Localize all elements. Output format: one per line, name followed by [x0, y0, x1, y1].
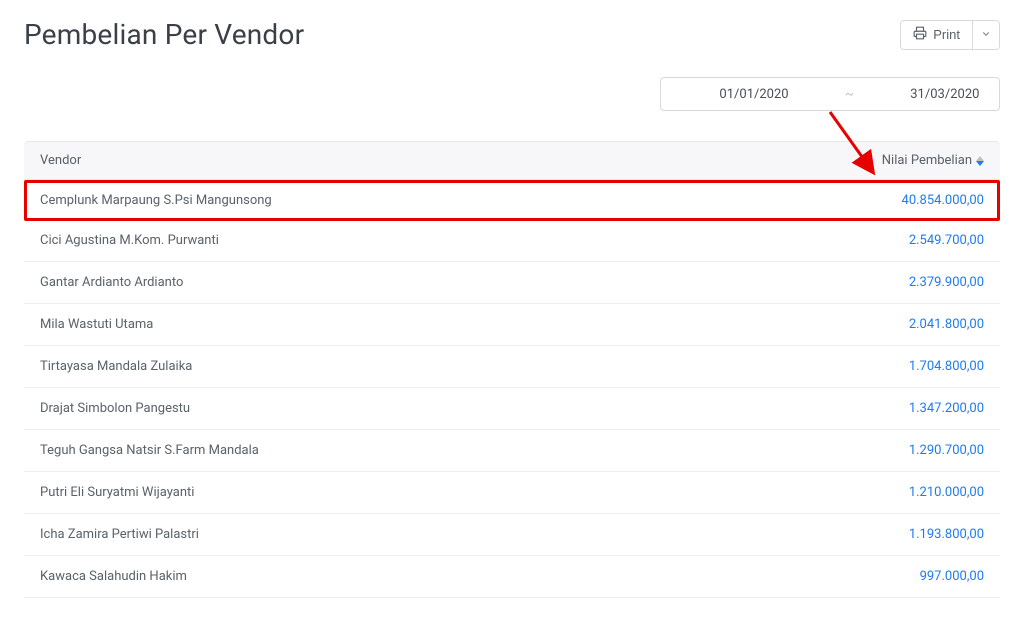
vendor-name: Gantar Ardianto Ardianto — [40, 275, 844, 290]
column-header-vendor[interactable]: Vendor — [40, 153, 844, 168]
purchase-value: 2.041.800,00 — [844, 317, 984, 332]
printer-icon — [913, 26, 927, 43]
vendor-name: Drajat Simbolon Pangestu — [40, 401, 844, 416]
vendor-name: Kawaca Salahudin Hakim — [40, 569, 844, 584]
purchase-value: 2.549.700,00 — [844, 233, 984, 248]
purchase-value: 1.290.700,00 — [844, 443, 984, 458]
purchase-value: 2.379.900,00 — [844, 275, 984, 290]
table-body: Cemplunk Marpaung S.Psi Mangunsong40.854… — [24, 180, 1000, 598]
table-row[interactable]: Tirtayasa Mandala Zulaika1.704.800,00 — [24, 346, 1000, 388]
sort-icon — [976, 156, 984, 166]
table-row[interactable]: Cici Agustina M.Kom. Purwanti2.549.700,0… — [24, 220, 1000, 262]
table-row[interactable]: Cemplunk Marpaung S.Psi Mangunsong40.854… — [24, 180, 1000, 221]
table-row[interactable]: Putri Eli Suryatmi Wijayanti1.210.000,00 — [24, 472, 1000, 514]
vendor-name: Mila Wastuti Utama — [40, 317, 844, 332]
column-header-value[interactable]: Nilai Pembelian — [844, 153, 984, 168]
chevron-down-icon — [981, 27, 991, 42]
date-range-separator: ~ — [839, 87, 860, 102]
vendor-name: Tirtayasa Mandala Zulaika — [40, 359, 844, 374]
vendor-name: Putri Eli Suryatmi Wijayanti — [40, 485, 844, 500]
table-row[interactable]: Icha Zamira Pertiwi Palastri1.193.800,00 — [24, 514, 1000, 556]
print-button-label: Print — [933, 27, 960, 42]
vendor-name: Cemplunk Marpaung S.Psi Mangunsong — [40, 193, 844, 208]
print-button-group: Print — [900, 20, 1000, 50]
print-dropdown-toggle[interactable] — [973, 21, 999, 49]
date-range-picker[interactable]: ~ — [660, 77, 1000, 111]
purchase-value: 997.000,00 — [844, 569, 984, 584]
vendor-name: Icha Zamira Pertiwi Palastri — [40, 527, 844, 542]
vendor-name: Cici Agustina M.Kom. Purwanti — [40, 233, 844, 248]
date-end-input[interactable] — [862, 87, 1024, 102]
purchase-value: 1.193.800,00 — [844, 527, 984, 542]
table-row[interactable]: Gantar Ardianto Ardianto2.379.900,00 — [24, 262, 1000, 304]
table-row[interactable]: Kawaca Salahudin Hakim997.000,00 — [24, 556, 1000, 598]
table-row[interactable]: Drajat Simbolon Pangestu1.347.200,00 — [24, 388, 1000, 430]
table-row[interactable]: Teguh Gangsa Natsir S.Farm Mandala1.290.… — [24, 430, 1000, 472]
purchase-value: 1.347.200,00 — [844, 401, 984, 416]
purchase-value: 40.854.000,00 — [844, 193, 984, 208]
table-row[interactable]: Mila Wastuti Utama2.041.800,00 — [24, 304, 1000, 346]
purchase-value: 1.704.800,00 — [844, 359, 984, 374]
vendor-table: Vendor Nilai Pembelian Cemplunk Marpaung… — [24, 141, 1000, 598]
purchase-value: 1.210.000,00 — [844, 485, 984, 500]
print-button[interactable]: Print — [901, 21, 973, 49]
column-header-value-label: Nilai Pembelian — [882, 153, 972, 168]
vendor-name: Teguh Gangsa Natsir S.Farm Mandala — [40, 443, 844, 458]
page-title: Pembelian Per Vendor — [24, 18, 304, 51]
table-header: Vendor Nilai Pembelian — [24, 141, 1000, 180]
date-start-input[interactable] — [671, 87, 837, 102]
